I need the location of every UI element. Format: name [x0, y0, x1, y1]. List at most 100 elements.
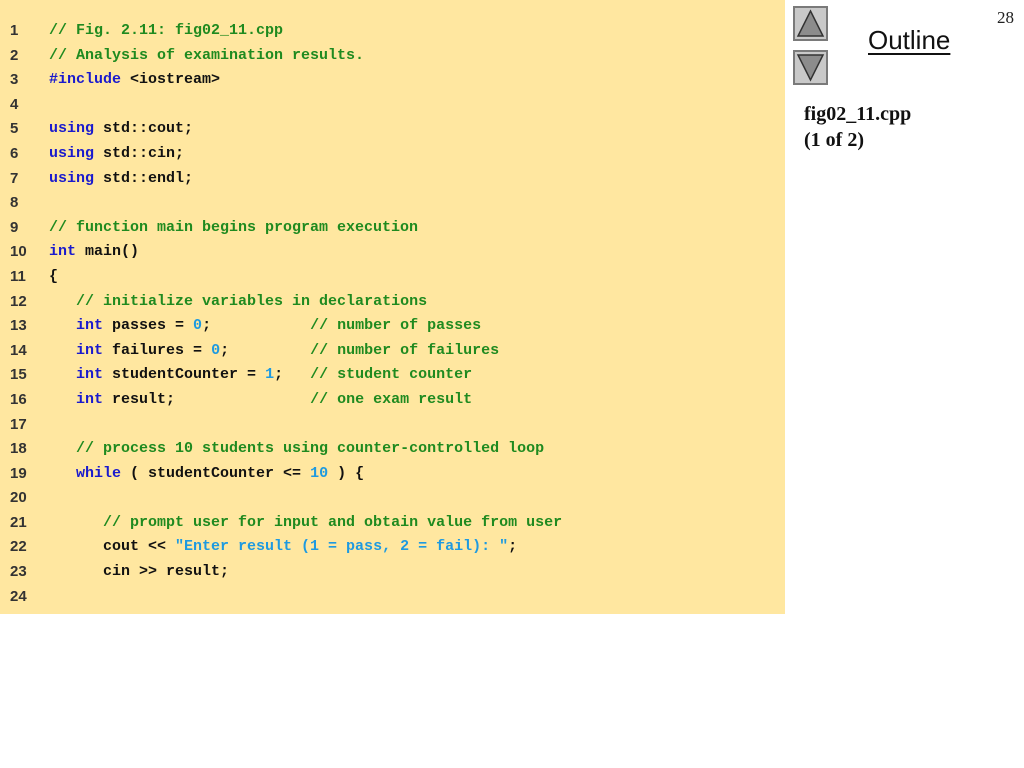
code-token-plain: cout <<: [49, 538, 176, 556]
code-text: cin >> result;: [49, 560, 229, 585]
code-token-comment: // initialize variables in declarations: [76, 292, 428, 310]
code-text: // Fig. 2.11: fig02_11.cpp: [49, 19, 283, 44]
line-number: 3: [10, 71, 19, 89]
code-token-comment: // number of failures: [310, 341, 500, 359]
code-token-plain: passes =: [103, 317, 194, 335]
line-number: 16: [10, 390, 27, 408]
next-slide-button[interactable]: [793, 50, 828, 85]
code-token-number: 1: [265, 366, 275, 384]
code-token-keyword: using: [49, 120, 95, 138]
code-token-plain: result;: [103, 390, 311, 408]
line-number: 5: [10, 120, 19, 138]
code-text: // initialize variables in declarations: [49, 290, 427, 315]
code-token-plain: ;: [274, 366, 311, 384]
line-number: 13: [10, 317, 27, 335]
code-token-keyword: int: [76, 317, 104, 335]
code-text: using std::cout;: [49, 117, 193, 142]
code-token-comment: // student counter: [310, 366, 473, 384]
file-info: fig02_11.cpp (1 of 2): [804, 101, 911, 153]
code-token-comment: // Fig. 2.11: fig02_11.cpp: [49, 22, 284, 39]
outline-link[interactable]: Outline: [868, 25, 950, 56]
code-text: // process 10 students using counter-con…: [49, 437, 544, 462]
code-token-plain: ) {: [328, 464, 365, 482]
line-number: 17: [10, 415, 27, 433]
code-token-comment: // process 10 students using counter-con…: [76, 440, 545, 458]
code-text: int failures = 0; // number of failures: [49, 339, 499, 364]
code-listing-panel: 1 // Fig. 2.11: fig02_11.cpp 2 // Analysis …: [0, 0, 785, 614]
line-number: 20: [10, 489, 27, 507]
code-text: // prompt user for input and obtain valu…: [49, 511, 562, 536]
code-token-plain: std::cin;: [94, 144, 185, 162]
line-number: 21: [10, 513, 27, 531]
line-number: 23: [10, 563, 27, 581]
code-token-comment: // number of passes: [310, 317, 482, 335]
code-text: #include <iostream>: [49, 68, 220, 93]
code-token-string: "Enter result (1 = pass, 2 = fail): ": [175, 538, 509, 556]
line-number: 2: [10, 46, 19, 64]
code-token-keyword: int: [76, 366, 104, 384]
code-text: int main(): [49, 240, 139, 265]
line-number: 11: [10, 267, 26, 285]
code-text: // Analysis of examination results.: [49, 44, 364, 69]
line-number: 12: [10, 292, 27, 310]
code-text: int passes = 0; // number of passes: [49, 314, 481, 339]
line-number: 8: [10, 194, 19, 212]
line-number: 15: [10, 366, 27, 384]
code-token-plain: ;: [220, 341, 311, 359]
code-text: using std::endl;: [49, 167, 193, 192]
code-token-plain: {: [49, 267, 59, 285]
line-number: 6: [10, 144, 19, 162]
code-token-plain: studentCounter =: [103, 366, 266, 384]
code-token-plain: cin >> result;: [49, 563, 230, 581]
code-token-plain: ;: [202, 317, 311, 335]
code-token-number: 10: [310, 464, 329, 482]
code-token-keyword: #include: [49, 71, 122, 89]
triangle-up-icon: [796, 9, 825, 37]
slide: 1 // Fig. 2.11: fig02_11.cpp 2 // Analysis …: [0, 0, 1024, 768]
code-token-keyword: using: [49, 144, 95, 162]
line-number: 10: [10, 243, 27, 261]
code-token-keyword: int: [76, 390, 104, 408]
code-text: while ( studentCounter <= 10 ) {: [49, 462, 364, 487]
code-text: int result; // one exam result: [49, 388, 472, 413]
code-token-plain: failures =: [103, 341, 212, 359]
code-token-keyword: using: [49, 169, 95, 187]
code-token-plain: <iostream>: [121, 71, 221, 89]
line-number: 22: [10, 538, 27, 556]
triangle-down-icon: [796, 54, 825, 82]
code-token-comment: // Analysis of examination results.: [49, 46, 365, 64]
code-token-plain: std::endl;: [94, 169, 194, 187]
line-number: 24: [10, 587, 27, 605]
previous-slide-button[interactable]: [793, 6, 828, 41]
line-number: 7: [10, 169, 19, 187]
code-text: {: [49, 265, 58, 290]
line-number: 4: [10, 95, 19, 113]
line-number: 9: [10, 218, 19, 236]
code-token-comment: // function main begins program executio…: [49, 218, 419, 236]
code-token-comment: // one exam result: [310, 390, 473, 408]
line-number: 18: [10, 440, 27, 458]
code-token-comment: // prompt user for input and obtain valu…: [103, 513, 563, 531]
page-number: 28: [997, 8, 1014, 27]
file-part: (1 of 2): [804, 129, 864, 151]
code-token-keyword: int: [49, 243, 77, 261]
code-token-keyword: while: [76, 464, 122, 482]
code-token-number: 0: [211, 341, 221, 359]
code-text: // function main begins program executio…: [49, 216, 418, 241]
code-token-plain: ( studentCounter <=: [121, 464, 311, 482]
code-token-plain: main(): [76, 243, 140, 261]
code-text: using std::cin;: [49, 142, 184, 167]
code-token-plain: std::cout;: [94, 120, 194, 138]
code-token-plain: ;: [508, 538, 518, 556]
line-number: 1: [10, 22, 19, 39]
code-text: cout << "Enter result (1 = pass, 2 = fai…: [49, 535, 517, 560]
line-number: 14: [10, 341, 27, 359]
file-name: fig02_11.cpp: [804, 103, 912, 125]
